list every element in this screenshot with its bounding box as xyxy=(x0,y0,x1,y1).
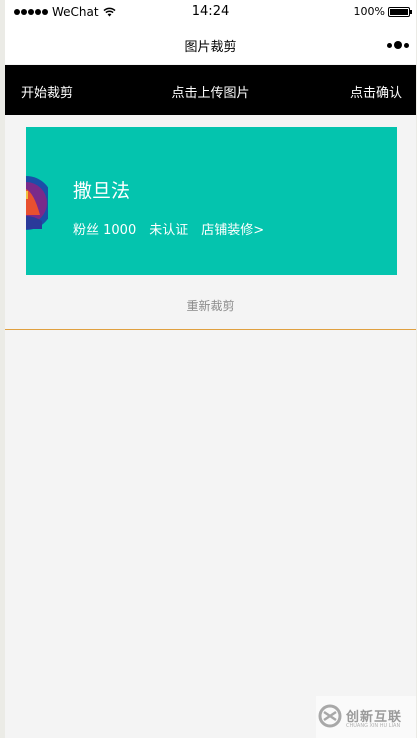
watermark-subtext: CHUANG XIN HU LIAN xyxy=(346,723,401,729)
shop-decorate-link[interactable]: 店铺装修> xyxy=(201,219,264,238)
recrop-button[interactable]: 重新裁剪 xyxy=(5,297,416,314)
phone-screen: WeChat 14:24 100% 图片裁剪 开始裁剪 点击上传图片 点击确认 xyxy=(5,0,416,738)
crop-toolbar: 开始裁剪 点击上传图片 点击确认 xyxy=(5,65,416,115)
page-title: 图片裁剪 xyxy=(184,40,237,55)
fans-count: 粉丝 1000 xyxy=(73,223,137,238)
shop-meta: 粉丝 1000 未认证 店铺装修> xyxy=(73,219,264,238)
shop-avatar xyxy=(26,176,48,230)
battery-percent: 100% xyxy=(353,5,385,18)
cropped-image-preview: 撒旦法 粉丝 1000 未认证 店铺装修> xyxy=(26,127,397,275)
more-icon[interactable] xyxy=(387,41,409,49)
battery-icon xyxy=(388,6,412,17)
verification-status: 未认证 xyxy=(149,223,189,238)
shop-name: 撒旦法 xyxy=(73,180,131,202)
watermark: 创新互联 CHUANG XIN HU LIAN xyxy=(316,696,416,738)
status-right: 100% xyxy=(353,5,412,18)
watermark-logo-icon xyxy=(318,704,342,728)
confirm-button[interactable]: 点击确认 xyxy=(350,82,402,101)
nav-bar: 图片裁剪 xyxy=(5,26,416,64)
divider xyxy=(5,329,416,330)
status-bar: WeChat 14:24 100% xyxy=(5,0,416,26)
